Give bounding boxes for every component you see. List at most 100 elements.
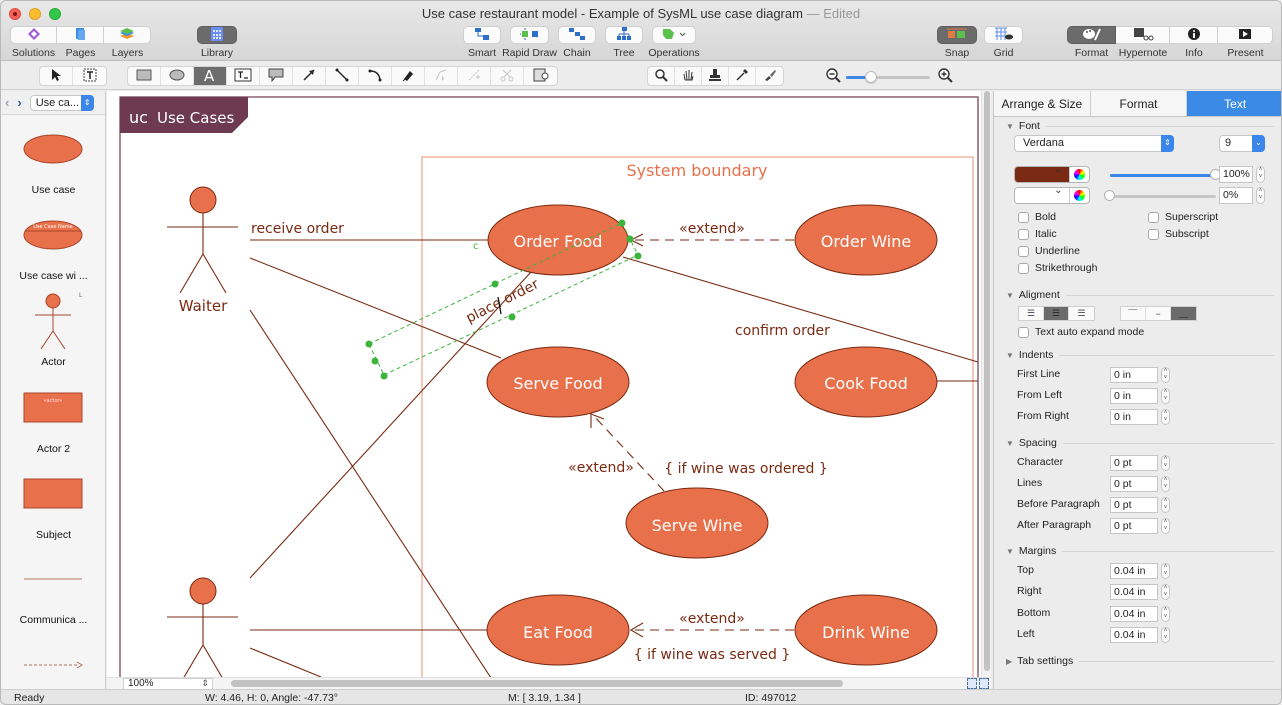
section-margins[interactable]: ▼ Margins bbox=[1006, 545, 1274, 557]
align-top-button[interactable]: ⎺ bbox=[1121, 307, 1146, 320]
format-panel-button[interactable]: Format bbox=[1067, 26, 1116, 59]
smart-button[interactable]: Smart bbox=[463, 26, 501, 59]
library-item-actor[interactable]: L Actor bbox=[1, 291, 106, 371]
text-color-well[interactable] bbox=[1014, 166, 1090, 183]
pages-button[interactable]: Pages bbox=[57, 26, 104, 59]
resize-handle[interactable] bbox=[626, 235, 634, 243]
font-family-select[interactable]: Verdana ⇕ bbox=[1014, 135, 1174, 152]
zoom-out-icon[interactable] bbox=[826, 68, 842, 87]
section-font[interactable]: ▼ Font bbox=[1006, 120, 1274, 132]
solutions-button[interactable]: Solutions bbox=[10, 26, 57, 59]
section-indents[interactable]: ▼ Indents bbox=[1006, 349, 1274, 361]
pointer-tool[interactable] bbox=[40, 67, 73, 85]
system-boundary-title[interactable]: System boundary bbox=[627, 161, 768, 180]
align-right-button[interactable]: ☰ bbox=[1069, 307, 1094, 320]
tree-button[interactable]: Tree bbox=[605, 26, 643, 59]
forward-arrow-icon[interactable]: › bbox=[17, 95, 21, 110]
text-box-tool[interactable] bbox=[227, 67, 260, 85]
diagram-canvas[interactable]: uc Use Cases System boundary Order Food … bbox=[107, 91, 991, 677]
frame-title[interactable]: Use Cases bbox=[157, 109, 234, 127]
stepper[interactable]: ˄ ˅ bbox=[1161, 518, 1170, 534]
subscript-checkbox[interactable]: Subscript bbox=[1148, 228, 1209, 240]
operations-button[interactable]: Operations bbox=[648, 26, 700, 59]
resize-handle[interactable] bbox=[508, 313, 516, 321]
text-opacity-slider[interactable] bbox=[1110, 169, 1221, 181]
stepper[interactable]: ˄ ˅ bbox=[1161, 563, 1170, 579]
zoom-slider[interactable] bbox=[846, 71, 930, 83]
tab-text[interactable]: Text bbox=[1187, 91, 1281, 116]
font-size-select[interactable]: 9 ⌄ bbox=[1219, 135, 1265, 152]
slider-knob[interactable] bbox=[1104, 190, 1115, 201]
auto-expand-checkbox[interactable]: Text auto expand mode bbox=[1018, 326, 1144, 338]
stepper[interactable]: ˄ ˅ bbox=[1161, 476, 1170, 492]
cut-tool[interactable] bbox=[491, 67, 524, 85]
text-select-tool[interactable] bbox=[73, 67, 106, 85]
library-dropdown[interactable]: Use ca... ⇕ bbox=[29, 94, 94, 111]
hypernote-button[interactable]: Hypernote bbox=[1116, 26, 1170, 59]
zoom-slider-knob[interactable] bbox=[865, 71, 878, 83]
vertical-scroll-thumb[interactable] bbox=[984, 91, 990, 671]
background-opacity-field[interactable]: 0% bbox=[1219, 187, 1253, 204]
margin-top-field[interactable]: 0.04 in bbox=[1110, 563, 1158, 579]
margin-right-field[interactable]: 0.04 in bbox=[1110, 584, 1158, 600]
info-button[interactable]: Info bbox=[1170, 26, 1218, 59]
bezier-tool[interactable] bbox=[425, 67, 458, 85]
bold-checkbox[interactable]: Bold bbox=[1018, 211, 1056, 223]
indent-from-left-field[interactable]: 0 in bbox=[1110, 388, 1158, 404]
color-wheel-icon[interactable] bbox=[1068, 167, 1089, 182]
horizontal-scroll-thumb[interactable] bbox=[231, 680, 843, 687]
stepper[interactable]: ˄ ˅ bbox=[1161, 367, 1170, 383]
resize-handle[interactable] bbox=[634, 252, 642, 260]
spacing-lines-field[interactable]: 0 pt bbox=[1110, 476, 1158, 492]
snap-toggle[interactable]: Snap bbox=[937, 26, 977, 59]
resize-handle[interactable] bbox=[365, 340, 373, 348]
spacing-character-field[interactable]: 0 pt bbox=[1110, 455, 1158, 471]
strikethrough-checkbox[interactable]: Strikethrough bbox=[1018, 262, 1097, 274]
actual-size-icon[interactable] bbox=[979, 678, 989, 689]
stepper[interactable]: ˄ ˅ bbox=[1161, 627, 1170, 643]
label-guard-served[interactable]: { if wine was served } bbox=[634, 647, 790, 663]
label-guard-ordered[interactable]: { if wine was ordered } bbox=[664, 461, 828, 477]
resize-handle[interactable] bbox=[371, 357, 379, 365]
italic-checkbox[interactable]: Italic bbox=[1018, 228, 1057, 240]
library-item-use-case[interactable]: Use case bbox=[1, 131, 106, 211]
stamp-tool[interactable] bbox=[702, 67, 729, 85]
stepper[interactable]: ˄ ˅ bbox=[1161, 409, 1170, 425]
label-confirm-order[interactable]: confirm order bbox=[735, 323, 830, 339]
back-arrow-icon[interactable]: ‹ bbox=[5, 95, 9, 110]
stepper[interactable]: ˄ ˅ bbox=[1161, 584, 1170, 600]
background-opacity-slider[interactable] bbox=[1104, 190, 1216, 202]
align-bottom-button[interactable]: ⎽ bbox=[1171, 307, 1196, 320]
superscript-checkbox[interactable]: Superscript bbox=[1148, 211, 1218, 223]
underline-checkbox[interactable]: Underline bbox=[1018, 245, 1080, 257]
align-center-button[interactable]: ☰ bbox=[1044, 307, 1069, 320]
background-opacity-stepper[interactable]: ˄ ˅ bbox=[1256, 187, 1265, 204]
text-opacity-field[interactable]: 100% bbox=[1219, 166, 1253, 183]
color-wheel-icon[interactable] bbox=[1068, 188, 1089, 203]
background-color-swatch[interactable] bbox=[1015, 188, 1069, 203]
tab-format[interactable]: Format bbox=[1090, 91, 1188, 116]
zoom-stepper-icon[interactable]: ⇕ bbox=[201, 678, 209, 688]
eyedropper-tool[interactable] bbox=[729, 67, 756, 85]
grid-toggle[interactable]: Grid bbox=[984, 26, 1023, 59]
spacing-after-paragraph-field[interactable]: 0 pt bbox=[1110, 518, 1158, 534]
stepper[interactable]: ˄ ˅ bbox=[1161, 606, 1170, 622]
pen-tool[interactable] bbox=[392, 67, 425, 85]
arrow-tool[interactable] bbox=[293, 67, 326, 85]
indent-first-line-field[interactable]: 0 in bbox=[1110, 367, 1158, 383]
text-tool[interactable]: A bbox=[194, 67, 227, 85]
label-extend-serve-wine[interactable]: «extend» bbox=[568, 460, 634, 476]
margin-left-field[interactable]: 0.04 in bbox=[1110, 627, 1158, 643]
container-tool[interactable] bbox=[524, 67, 557, 85]
library-item-actor-2[interactable]: «actor» Actor 2 bbox=[1, 391, 106, 461]
label-receive-order[interactable]: receive order bbox=[251, 221, 344, 237]
ellipse-tool[interactable] bbox=[161, 67, 194, 85]
library-item-communication[interactable]: Communica ... bbox=[1, 573, 106, 633]
stepper[interactable]: ˄ ˅ bbox=[1161, 497, 1170, 513]
text-opacity-stepper[interactable]: ˄ ˅ bbox=[1256, 166, 1265, 183]
rectangle-tool[interactable] bbox=[128, 67, 161, 85]
section-spacing[interactable]: ▼ Spacing bbox=[1006, 437, 1274, 449]
zoom-tool[interactable] bbox=[648, 67, 675, 85]
add-point-tool[interactable] bbox=[458, 67, 491, 85]
resize-handle[interactable] bbox=[491, 280, 499, 288]
